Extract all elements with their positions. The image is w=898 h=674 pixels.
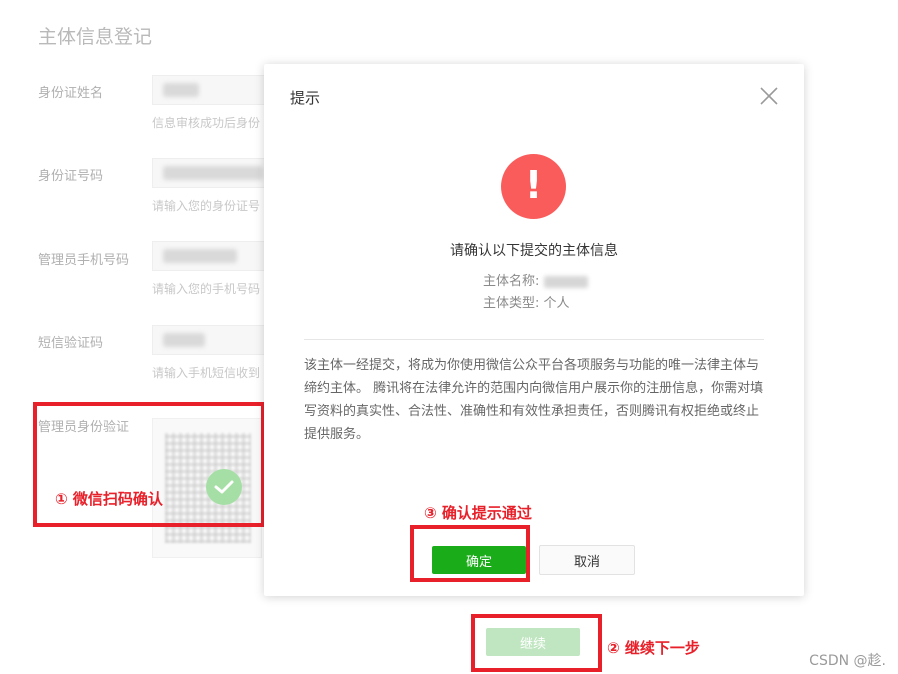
close-icon[interactable] <box>758 85 780 107</box>
form-label-phone: 管理员手机号码 <box>38 253 130 268</box>
name-hint: 信息审核成功后身份 <box>152 116 261 130</box>
annotation-step3: ③ 确认提示通过 <box>424 504 532 522</box>
subject-name-row: 主体名称: <box>483 270 588 289</box>
subject-name-value <box>543 275 588 288</box>
subject-type-row: 主体类型: 个人 <box>483 292 570 311</box>
dialog-title: 提示 <box>290 89 321 107</box>
form-label-id-number: 身份证号码 <box>38 169 104 184</box>
form-label-sms-code: 短信验证码 <box>38 336 104 351</box>
watermark: CSDN @趁. <box>809 653 886 669</box>
agreement-text: 该主体一经提交，将成为你使用微信公众平台各项服务与功能的唯一法律主体与缔约主体。… <box>304 358 764 442</box>
annotation-step1: ① 微信扫码确认 <box>55 490 163 508</box>
subject-name-label: 主体名称: <box>483 274 540 289</box>
annotation-box-step2 <box>471 614 602 672</box>
annotation-step2: ② 继续下一步 <box>607 639 700 657</box>
subject-type-value: 个人 <box>543 296 570 311</box>
subject-type-label: 主体类型: <box>483 296 540 311</box>
confirm-heading: 请确认以下提交的主体信息 <box>450 243 618 259</box>
annotation-box-step3 <box>410 525 530 582</box>
sms-code-hint: 请输入手机短信收到 <box>152 366 261 380</box>
page-title: 主体信息登记 <box>38 26 153 48</box>
cancel-button[interactable]: 取消 <box>539 545 635 575</box>
id-number-hint: 请输入您的身份证号 <box>152 199 261 213</box>
form-label-name: 身份证姓名 <box>38 86 104 101</box>
phone-hint: 请输入您的手机号码 <box>152 282 261 296</box>
warning-icon: ! <box>501 154 566 219</box>
divider <box>304 339 764 340</box>
confirm-dialog: 提示 ! 请确认以下提交的主体信息 主体名称: 主体类型: 个人 该主体一经提交… <box>264 64 804 596</box>
